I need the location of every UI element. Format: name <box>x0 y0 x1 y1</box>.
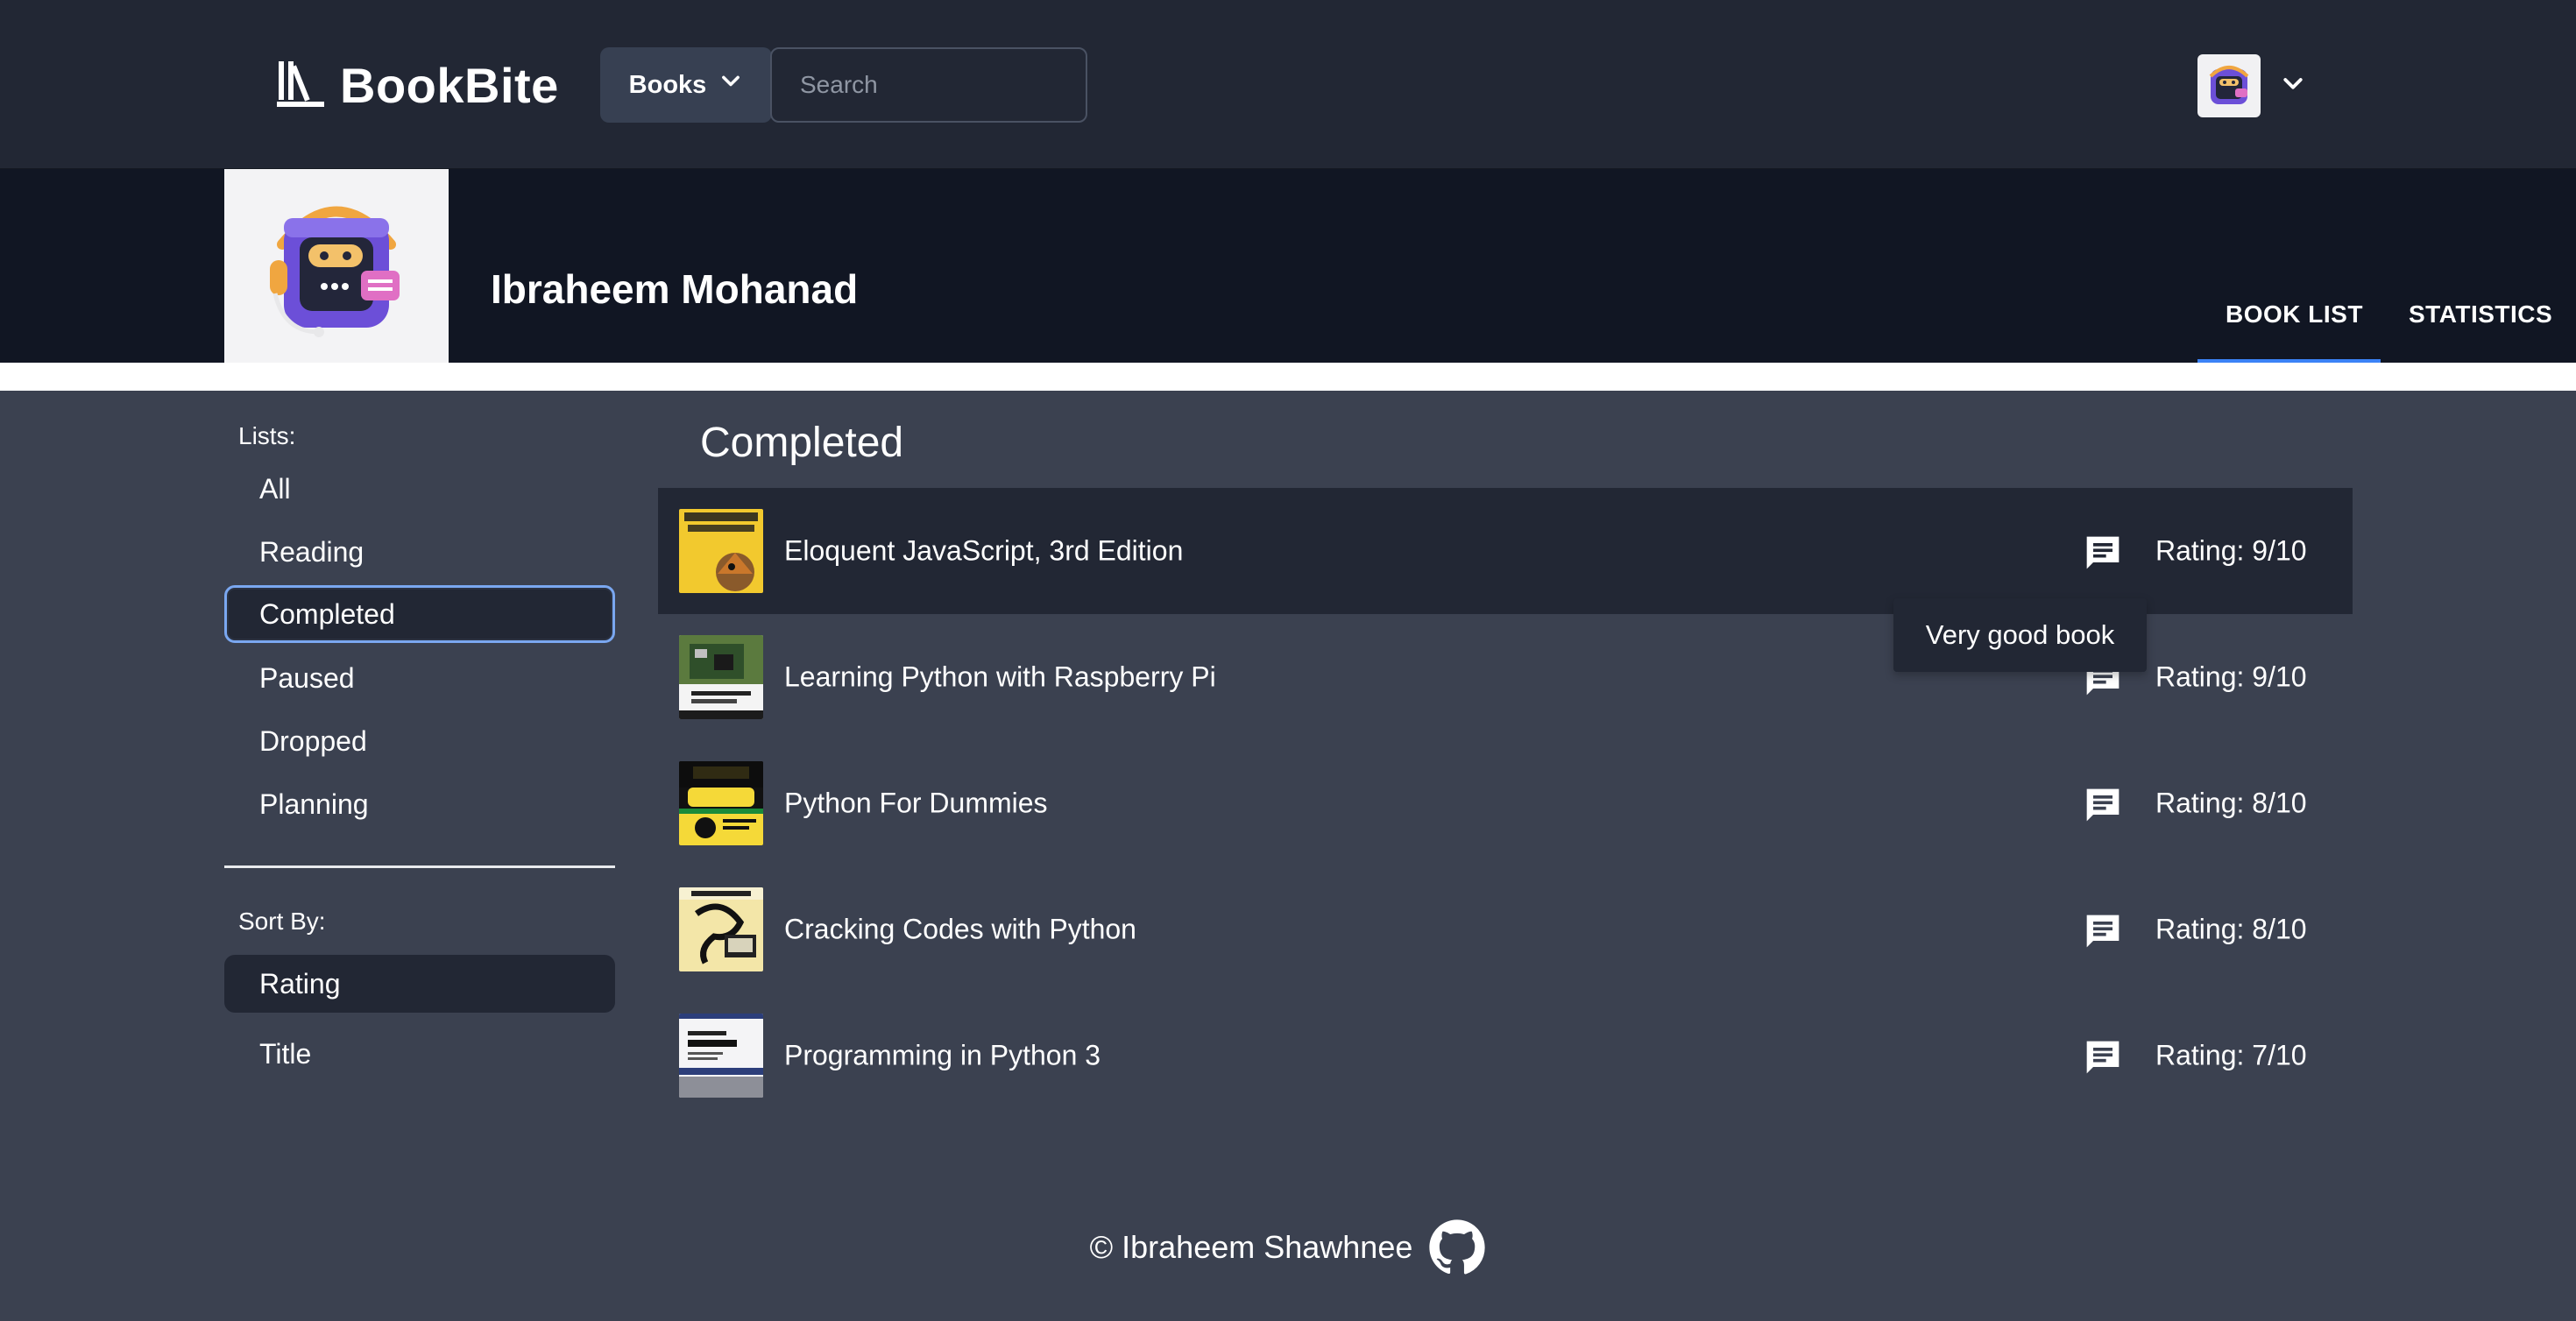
book-cover <box>679 1014 763 1098</box>
section-title: Completed <box>700 420 904 466</box>
library-books-icon <box>273 56 328 115</box>
app-name: BookBite <box>340 57 559 113</box>
sort-option-title[interactable]: Title <box>224 1025 615 1083</box>
profile-header: Ibraheem Mohanad BOOK LIST STATISTICS <box>0 169 2576 363</box>
user-menu[interactable] <box>2197 54 2306 117</box>
footer: © Ibraheem Shawhnee <box>0 1214 2576 1281</box>
comment-icon[interactable] <box>2084 786 2122 824</box>
sidebar-item-planning[interactable]: Planning <box>224 775 615 833</box>
comment-tooltip: Very good book <box>1893 598 2147 672</box>
book-title: Cracking Codes with Python <box>784 913 1136 945</box>
book-cover <box>679 761 763 845</box>
book-cover <box>679 509 763 593</box>
book-rating: Rating: 9/10 <box>2155 660 2307 693</box>
book-rating: Rating: 8/10 <box>2155 913 2307 945</box>
sidebar-item-paused[interactable]: Paused <box>224 649 615 707</box>
sort-option-rating[interactable]: Rating <box>224 955 615 1013</box>
book-title: Learning Python with Raspberry Pi <box>784 660 1216 693</box>
books-label: Books <box>628 70 707 99</box>
sort-heading: Sort By: <box>238 908 326 935</box>
robot-avatar-icon <box>270 206 400 337</box>
tab-book-list[interactable]: BOOK LIST <box>2226 300 2363 328</box>
books-dropdown-button[interactable]: Books <box>600 47 772 123</box>
tab-statistics[interactable]: STATISTICS <box>2409 300 2552 328</box>
book-row[interactable]: Cracking Codes with Python Rating: 8/10 <box>658 866 2353 993</box>
sidebar-item-dropped[interactable]: Dropped <box>224 712 615 770</box>
book-cover <box>679 887 763 971</box>
chevron-down-icon <box>718 69 743 101</box>
book-rating: Rating: 8/10 <box>2155 787 2307 819</box>
comment-icon[interactable] <box>2084 1038 2122 1077</box>
profile-name: Ibraheem Mohanad <box>491 266 859 312</box>
app-logo[interactable]: BookBite <box>273 51 559 119</box>
search-input[interactable] <box>770 47 1087 123</box>
book-row[interactable]: Python For Dummies Rating: 8/10 <box>658 740 2353 866</box>
chevron-down-icon <box>2280 71 2306 102</box>
profile-avatar <box>224 169 449 363</box>
comment-icon[interactable] <box>2084 533 2122 572</box>
footer-copyright: © Ibraheem Shawhnee <box>1089 1229 1413 1265</box>
top-navbar: BookBite Books <box>0 0 2576 169</box>
sidebar-item-completed[interactable]: Completed <box>224 585 615 643</box>
book-row[interactable]: Eloquent JavaScript, 3rd Edition Rating:… <box>658 488 2353 614</box>
sidebar-item-reading[interactable]: Reading <box>224 523 615 581</box>
lists-heading: Lists: <box>238 422 296 449</box>
sidebar-divider <box>224 865 615 868</box>
sidebar-item-all[interactable]: All <box>224 460 615 518</box>
book-rating: Rating: 7/10 <box>2155 1039 2307 1071</box>
robot-avatar-icon <box>2197 54 2261 117</box>
book-title: Programming in Python 3 <box>784 1039 1101 1071</box>
book-cover <box>679 635 763 719</box>
comment-icon[interactable] <box>2084 912 2122 950</box>
github-icon[interactable] <box>1428 1219 1486 1276</box>
book-row[interactable]: Programming in Python 3 Rating: 7/10 <box>658 993 2353 1119</box>
book-title: Python For Dummies <box>784 787 1048 819</box>
book-rating: Rating: 9/10 <box>2155 534 2307 567</box>
book-title: Eloquent JavaScript, 3rd Edition <box>784 534 1184 567</box>
header-divider <box>0 363 2576 391</box>
